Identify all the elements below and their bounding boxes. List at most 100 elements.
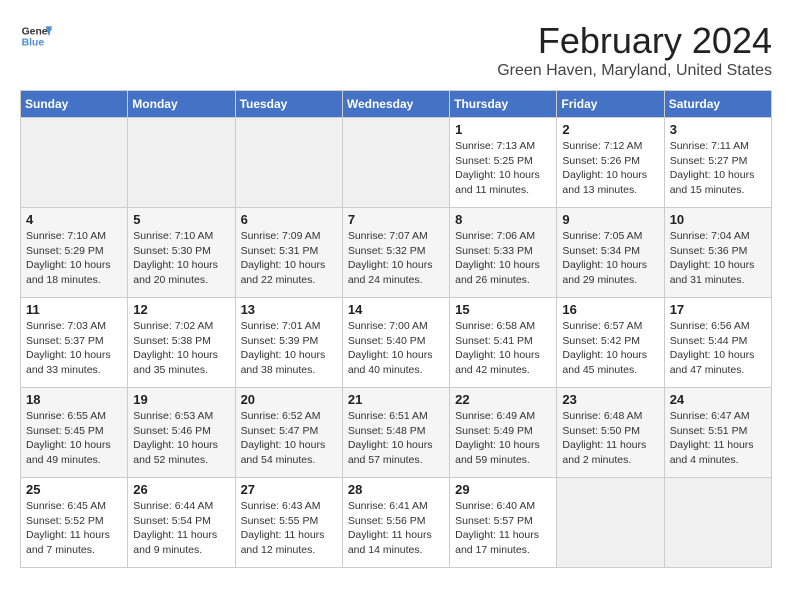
subtitle: Green Haven, Maryland, United States [497, 62, 772, 80]
day-number: 26 [133, 482, 229, 497]
day-number: 18 [26, 392, 122, 407]
calendar-cell: 5Sunrise: 7:10 AM Sunset: 5:30 PM Daylig… [128, 208, 235, 298]
day-info: Sunrise: 6:44 AM Sunset: 5:54 PM Dayligh… [133, 499, 229, 558]
calendar-cell: 28Sunrise: 6:41 AM Sunset: 5:56 PM Dayli… [342, 478, 449, 568]
calendar-cell [342, 118, 449, 208]
day-info: Sunrise: 6:45 AM Sunset: 5:52 PM Dayligh… [26, 499, 122, 558]
day-info: Sunrise: 7:00 AM Sunset: 5:40 PM Dayligh… [348, 319, 444, 378]
day-number: 2 [562, 122, 658, 137]
day-number: 13 [241, 302, 337, 317]
day-info: Sunrise: 7:10 AM Sunset: 5:29 PM Dayligh… [26, 229, 122, 288]
day-info: Sunrise: 7:05 AM Sunset: 5:34 PM Dayligh… [562, 229, 658, 288]
day-info: Sunrise: 7:07 AM Sunset: 5:32 PM Dayligh… [348, 229, 444, 288]
calendar-cell: 6 Sunrise: 7:09 AM Sunset: 5:31 PM Daylig… [235, 208, 342, 298]
week-row-2: 11 Sunrise: 7:03 AM Sunset: 5:37 PM Dayli… [21, 298, 772, 388]
calendar-cell: 16 Sunrise: 6:57 AM Sunset: 5:42 PM Dayli… [557, 298, 664, 388]
calendar-cell: 21Sunrise: 6:51 AM Sunset: 5:48 PM Dayli… [342, 388, 449, 478]
day-number: 22 [455, 392, 551, 407]
day-number: 21 [348, 392, 444, 407]
calendar-table: SundayMondayTuesdayWednesdayThursdayFrid… [20, 90, 772, 568]
week-row-4: 25Sunrise: 6:45 AM Sunset: 5:52 PM Dayli… [21, 478, 772, 568]
day-number: 12 [133, 302, 229, 317]
calendar-cell: 20 Sunrise: 6:52 AM Sunset: 5:47 PM Dayli… [235, 388, 342, 478]
calendar-cell: 18 Sunrise: 6:55 AM Sunset: 5:45 PM Dayli… [21, 388, 128, 478]
day-info: Sunrise: 6:40 AM Sunset: 5:57 PM Dayligh… [455, 499, 551, 558]
day-header-sunday: Sunday [21, 91, 128, 118]
day-number: 9 [562, 212, 658, 227]
calendar-cell: 11 Sunrise: 7:03 AM Sunset: 5:37 PM Dayli… [21, 298, 128, 388]
svg-text:Blue: Blue [22, 38, 45, 49]
calendar-cell: 22 Sunrise: 6:49 AM Sunset: 5:49 PM Dayli… [450, 388, 557, 478]
day-info: Sunrise: 7:03 AM Sunset: 5:37 PM Dayligh… [26, 319, 122, 378]
calendar-cell: 10Sunrise: 7:04 AM Sunset: 5:36 PM Dayli… [664, 208, 771, 298]
week-row-0: 1 Sunrise: 7:13 AM Sunset: 5:25 PM Daylig… [21, 118, 772, 208]
day-number: 27 [241, 482, 337, 497]
day-number: 17 [670, 302, 766, 317]
logo: General Blue [20, 20, 52, 52]
day-number: 7 [348, 212, 444, 227]
calendar-cell: 14Sunrise: 7:00 AM Sunset: 5:40 PM Dayli… [342, 298, 449, 388]
day-number: 3 [670, 122, 766, 137]
calendar-cell: 13 Sunrise: 7:01 AM Sunset: 5:39 PM Dayli… [235, 298, 342, 388]
day-number: 23 [562, 392, 658, 407]
day-number: 11 [26, 302, 122, 317]
calendar-cell [664, 478, 771, 568]
calendar-header-row: SundayMondayTuesdayWednesdayThursdayFrid… [21, 91, 772, 118]
calendar-cell: 27 Sunrise: 6:43 AM Sunset: 5:55 PM Dayli… [235, 478, 342, 568]
day-number: 4 [26, 212, 122, 227]
day-number: 16 [562, 302, 658, 317]
main-title: February 2024 [497, 20, 772, 62]
day-info: Sunrise: 6:58 AM Sunset: 5:41 PM Dayligh… [455, 319, 551, 378]
day-info: Sunrise: 7:02 AM Sunset: 5:38 PM Dayligh… [133, 319, 229, 378]
day-number: 5 [133, 212, 229, 227]
day-header-thursday: Thursday [450, 91, 557, 118]
day-number: 19 [133, 392, 229, 407]
day-info: Sunrise: 7:11 AM Sunset: 5:27 PM Dayligh… [670, 139, 766, 198]
day-info: Sunrise: 7:13 AM Sunset: 5:25 PM Dayligh… [455, 139, 551, 198]
calendar-cell: 17 Sunrise: 6:56 AM Sunset: 5:44 PM Dayli… [664, 298, 771, 388]
calendar-cell: 8Sunrise: 7:06 AM Sunset: 5:33 PM Daylig… [450, 208, 557, 298]
day-info: Sunrise: 6:47 AM Sunset: 5:51 PM Dayligh… [670, 409, 766, 468]
calendar-cell: 3 Sunrise: 7:11 AM Sunset: 5:27 PM Daylig… [664, 118, 771, 208]
calendar-cell [235, 118, 342, 208]
day-header-saturday: Saturday [664, 91, 771, 118]
calendar-cell: 12 Sunrise: 7:02 AM Sunset: 5:38 PM Dayli… [128, 298, 235, 388]
day-number: 15 [455, 302, 551, 317]
day-header-wednesday: Wednesday [342, 91, 449, 118]
calendar-cell: 2 Sunrise: 7:12 AM Sunset: 5:26 PM Daylig… [557, 118, 664, 208]
calendar-cell: 15 Sunrise: 6:58 AM Sunset: 5:41 PM Dayli… [450, 298, 557, 388]
calendar-cell: 29 Sunrise: 6:40 AM Sunset: 5:57 PM Dayli… [450, 478, 557, 568]
day-number: 28 [348, 482, 444, 497]
calendar-cell: 19 Sunrise: 6:53 AM Sunset: 5:46 PM Dayli… [128, 388, 235, 478]
day-number: 29 [455, 482, 551, 497]
day-info: Sunrise: 7:04 AM Sunset: 5:36 PM Dayligh… [670, 229, 766, 288]
day-info: Sunrise: 6:57 AM Sunset: 5:42 PM Dayligh… [562, 319, 658, 378]
day-info: Sunrise: 7:01 AM Sunset: 5:39 PM Dayligh… [241, 319, 337, 378]
day-info: Sunrise: 7:09 AM Sunset: 5:31 PM Dayligh… [241, 229, 337, 288]
calendar-cell: 4 Sunrise: 7:10 AM Sunset: 5:29 PM Daylig… [21, 208, 128, 298]
day-header-friday: Friday [557, 91, 664, 118]
calendar-cell: 24 Sunrise: 6:47 AM Sunset: 5:51 PM Dayli… [664, 388, 771, 478]
calendar-cell [21, 118, 128, 208]
day-info: Sunrise: 6:53 AM Sunset: 5:46 PM Dayligh… [133, 409, 229, 468]
day-info: Sunrise: 7:12 AM Sunset: 5:26 PM Dayligh… [562, 139, 658, 198]
day-info: Sunrise: 6:43 AM Sunset: 5:55 PM Dayligh… [241, 499, 337, 558]
day-number: 6 [241, 212, 337, 227]
calendar-cell: 9 Sunrise: 7:05 AM Sunset: 5:34 PM Daylig… [557, 208, 664, 298]
day-info: Sunrise: 6:56 AM Sunset: 5:44 PM Dayligh… [670, 319, 766, 378]
day-info: Sunrise: 6:52 AM Sunset: 5:47 PM Dayligh… [241, 409, 337, 468]
calendar-cell: 26 Sunrise: 6:44 AM Sunset: 5:54 PM Dayli… [128, 478, 235, 568]
day-info: Sunrise: 6:55 AM Sunset: 5:45 PM Dayligh… [26, 409, 122, 468]
day-header-monday: Monday [128, 91, 235, 118]
day-info: Sunrise: 6:48 AM Sunset: 5:50 PM Dayligh… [562, 409, 658, 468]
calendar-cell: 1 Sunrise: 7:13 AM Sunset: 5:25 PM Daylig… [450, 118, 557, 208]
day-number: 24 [670, 392, 766, 407]
day-number: 1 [455, 122, 551, 137]
calendar-cell: 25Sunrise: 6:45 AM Sunset: 5:52 PM Dayli… [21, 478, 128, 568]
calendar-cell: 23 Sunrise: 6:48 AM Sunset: 5:50 PM Dayli… [557, 388, 664, 478]
page-header: General Blue February 2024 Green Haven, … [20, 20, 772, 80]
calendar-cell [557, 478, 664, 568]
day-info: Sunrise: 6:49 AM Sunset: 5:49 PM Dayligh… [455, 409, 551, 468]
title-area: February 2024 Green Haven, Maryland, Uni… [497, 20, 772, 80]
day-number: 20 [241, 392, 337, 407]
